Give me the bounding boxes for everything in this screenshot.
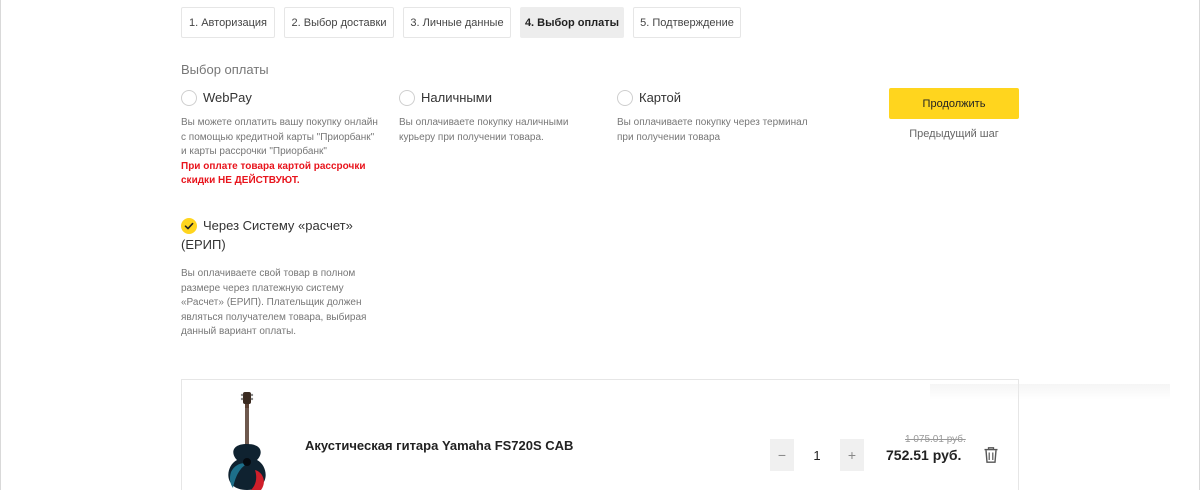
quantity-decrease-button[interactable]: − [770, 439, 794, 471]
payment-option-erip-head[interactable]: Через Систему «расчет» [181, 217, 391, 235]
webpay-label: WebPay [203, 90, 252, 105]
page-border-left [0, 0, 1, 490]
cash-desc-line: Вы оплачиваете покупку наличными [399, 117, 569, 128]
step-confirmation[interactable]: 5. Подтверждение [633, 7, 741, 38]
card-label: Картой [639, 90, 682, 105]
check-icon [184, 222, 194, 230]
erip-desc-line: являться получателем товара, выбирая [181, 311, 367, 323]
step-personal-data[interactable]: 3. Личные данные [403, 7, 511, 38]
current-price: 752.51 руб. [886, 447, 962, 463]
shadow-overlay [930, 384, 1170, 400]
payment-option-erip: Через Систему «расчет» (ЕРИП) Вы оплачив… [181, 217, 391, 340]
payment-option-card-head[interactable]: Картой [617, 89, 832, 107]
cart-block [181, 379, 1019, 490]
payment-option-cash: Наличными Вы оплачиваете покупку наличны… [399, 89, 609, 145]
webpay-radio[interactable] [181, 90, 197, 106]
continue-button[interactable]: Продолжить [889, 88, 1019, 119]
erip-desc-line: «Расчет» (ЕРИП). Плательщик должен [181, 297, 362, 308]
step-payment[interactable]: 4. Выбор оплаты [520, 7, 624, 38]
webpay-description: Вы можете оплатить вашу покупку онлайн с… [181, 116, 391, 189]
webpay-desc-line: с помощью кредитной карты "Приорбанк" [181, 131, 375, 143]
payment-section-title: Выбор оплаты [181, 62, 269, 77]
step-delivery[interactable]: 2. Выбор доставки [284, 7, 394, 38]
erip-desc-line: размере через платежную систему [181, 282, 344, 294]
erip-desc-line: данный вариант оплаты. [181, 326, 297, 337]
quantity-input[interactable] [794, 439, 840, 471]
quantity-stepper: − + [770, 439, 864, 471]
card-radio[interactable] [617, 90, 633, 106]
card-desc-line: при получении товара [617, 131, 721, 143]
payment-option-cash-head[interactable]: Наличными [399, 89, 609, 107]
webpay-desc-line: и карты рассрочки "Приорбанк" [181, 146, 327, 157]
step-authorization[interactable]: 1. Авторизация [181, 7, 275, 38]
old-price: 1 075.01 руб. [905, 434, 966, 445]
erip-description: Вы оплачиваете свой товар в полном разме… [181, 267, 391, 340]
cash-label: Наличными [421, 90, 492, 105]
webpay-warning-line: При оплате товара картой рассрочки [181, 160, 366, 172]
webpay-warning-line: скидки НЕ ДЕЙСТВУЮТ. [181, 175, 300, 186]
checkout-steps: 1. Авторизация 2. Выбор доставки 3. Личн… [181, 7, 741, 38]
cash-desc-line: курьеру при получении товара. [399, 131, 544, 143]
card-description: Вы оплачиваете покупку через терминал пр… [617, 116, 832, 145]
trash-icon[interactable] [982, 446, 1000, 464]
cash-radio[interactable] [399, 90, 415, 106]
card-desc-line: Вы оплачиваете покупку через терминал [617, 117, 808, 128]
previous-step-link[interactable]: Предыдущий шаг [889, 128, 1019, 140]
erip-label: Через Систему «расчет» [203, 218, 353, 233]
quantity-increase-button[interactable]: + [840, 439, 864, 471]
payment-option-webpay: WebPay Вы можете оплатить вашу покупку о… [181, 89, 391, 189]
cash-description: Вы оплачиваете покупку наличными курьеру… [399, 116, 609, 145]
product-name[interactable]: Акустическая гитара Yamaha FS720S CAB [305, 438, 573, 453]
guitar-image[interactable] [221, 392, 273, 490]
erip-label-line2: (ЕРИП) [181, 237, 226, 252]
erip-radio[interactable] [181, 218, 197, 234]
payment-option-webpay-head[interactable]: WebPay [181, 89, 391, 107]
erip-desc-line: Вы оплачиваете свой товар в полном [181, 268, 356, 279]
payment-option-card: Картой Вы оплачиваете покупку через терм… [617, 89, 832, 145]
webpay-desc-line: Вы можете оплатить вашу покупку онлайн [181, 117, 378, 128]
